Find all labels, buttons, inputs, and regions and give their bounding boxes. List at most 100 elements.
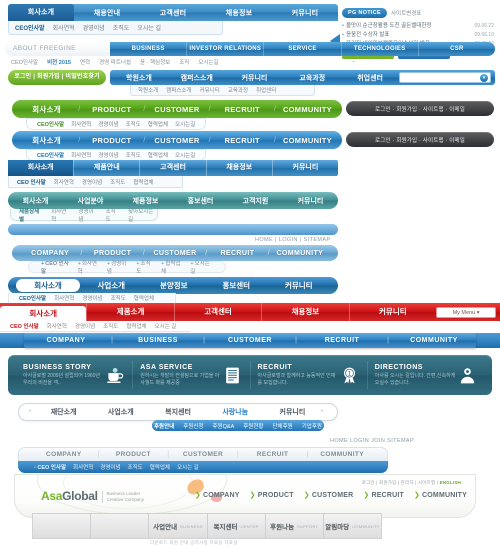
submenu-item[interactable]: +협력업체 bbox=[161, 259, 182, 275]
submenu-item[interactable]: 조직도 bbox=[128, 463, 143, 471]
submenu-item[interactable]: 후원안내 bbox=[154, 422, 174, 430]
feature-cell-business-story[interactable]: BUSINESS STORY 아사글로벌 2009년 설립되어 1960년 우리… bbox=[16, 361, 132, 389]
notice-item[interactable]: • 울맛이 순근장활용 도친 골든벨대한정 09.06.22 bbox=[342, 22, 494, 30]
submenu-item[interactable]: CEO인사말 bbox=[37, 120, 64, 128]
nav-item[interactable]: 사랑나눔 bbox=[207, 407, 264, 417]
nav-item[interactable]: ❯ CUSTOMER bbox=[304, 491, 354, 500]
submenu-item[interactable]: 조직도 bbox=[126, 120, 141, 128]
nav-item[interactable]: 캠퍼스소개 bbox=[168, 73, 226, 83]
submenu-item[interactable]: 협력업체 bbox=[134, 294, 154, 302]
submenu-item[interactable]: +CEO 인사말 bbox=[41, 259, 70, 275]
nav-item[interactable]: COMPANY bbox=[33, 451, 95, 458]
nav-item[interactable]: CUSTOMER bbox=[208, 337, 292, 344]
submenu-item[interactable]: 연혁 bbox=[80, 58, 90, 66]
nav-item[interactable]: 채용정보 bbox=[206, 8, 272, 18]
submenu-pale[interactable]: · CEO 인사말 회사연혁 경영이념 조직도 협력업체 오시는 길 bbox=[18, 461, 388, 473]
logo[interactable]: AsaGlobal Business Leader Creative Compa… bbox=[41, 489, 144, 503]
header-main-menu[interactable]: ❯ COMPANY ❯ PRODUCT ❯ CUSTOMER ❯ RECRUIT ❯ CO… bbox=[195, 491, 467, 500]
nav-item[interactable]: RECRUIT bbox=[214, 105, 271, 114]
submenu-red[interactable]: CEO 인사말 회사연혁 경영이념 조직도 협력업체 오시는 길 bbox=[0, 321, 190, 332]
submenu-item[interactable]: 오시는길 bbox=[198, 58, 218, 66]
nav-item[interactable]: 채용안내 bbox=[74, 8, 140, 18]
nav-item[interactable]: 고객지원 bbox=[228, 196, 283, 206]
nav-item[interactable]: CSR bbox=[417, 42, 495, 56]
footer-tab-community[interactable]: 알림마당 COMMUNITY bbox=[322, 513, 381, 539]
nav-item[interactable]: 제품안내 bbox=[73, 160, 139, 176]
search-select-wrapper[interactable]: ▾ bbox=[398, 72, 491, 83]
utility-english-link[interactable]: ENGLISH bbox=[440, 480, 461, 485]
submenu-item[interactable]: 제품상세별 bbox=[19, 207, 43, 223]
submenu-item[interactable]: 회사연혁 bbox=[54, 178, 74, 186]
submenu-item[interactable]: 조직도 bbox=[110, 178, 125, 186]
nav-item[interactable]: 회사소개 bbox=[8, 160, 74, 176]
nav-item[interactable]: COMPANY bbox=[24, 250, 76, 257]
utility-text[interactable]: 로그인 | 회원가입 | 관리자 | 사이트맵 | bbox=[362, 480, 440, 485]
login-join-pill[interactable]: 로그인 | 회원가입 | 비밀번호찾기 bbox=[8, 70, 106, 85]
submenu-item[interactable]: 취업센터 bbox=[256, 86, 276, 94]
submenu-white-nav[interactable]: 후원안내 후원신청 후원Q&A 후원현황 단체후원 기업후원 bbox=[152, 420, 324, 431]
submenu-item[interactable]: +경영이념 bbox=[107, 259, 128, 275]
submenu-item[interactable]: CEO인사말 bbox=[37, 151, 64, 159]
submenu-item[interactable]: 조직도 bbox=[103, 322, 118, 330]
submenu-item[interactable]: 오시는 길 bbox=[137, 23, 161, 32]
nav-item[interactable]: CUSTOMER bbox=[148, 105, 205, 114]
submenu-item[interactable]: CEO 인사말 bbox=[17, 178, 46, 186]
feature-card-row[interactable]: BUSINESS STORY 아사글로벌 2009년 설립되어 1960년 우리… bbox=[8, 355, 492, 395]
nav-item[interactable]: 사업소개 bbox=[92, 407, 149, 417]
submenu-teal[interactable]: 제품상세별 회사연혁 경영이념 조직도 찾아오시는길 bbox=[10, 207, 158, 223]
nav-item[interactable]: CUSTOMER bbox=[148, 136, 205, 145]
nav-item[interactable]: ❯ COMMUNITY bbox=[414, 491, 467, 500]
submenu-item[interactable]: 회사연혁 bbox=[53, 23, 75, 32]
nav-item[interactable]: 홍보센터 bbox=[205, 280, 268, 291]
nav-item[interactable]: ❯ RECRUIT bbox=[363, 491, 404, 500]
submenu-item[interactable]: 회사연혁 bbox=[71, 151, 91, 159]
submenu-item[interactable]: 경영이념 bbox=[82, 178, 102, 186]
nav-item[interactable]: 학원소개 bbox=[110, 73, 168, 83]
utility-links-home-login-join-sitemap[interactable]: HOME LOGIN JOIN SITEMAP bbox=[330, 438, 414, 444]
submenu-item[interactable]: 비전 2015 bbox=[47, 58, 71, 66]
submenu-item[interactable]: 교육과정 bbox=[228, 86, 248, 94]
nav-item[interactable]: 교육과정 bbox=[283, 73, 341, 83]
nav-item[interactable]: COMMUNITY bbox=[279, 136, 336, 145]
nav-item[interactable]: 채용정보 bbox=[261, 303, 348, 321]
submenu-item[interactable]: 경영이념 bbox=[100, 463, 120, 471]
submenu-item[interactable]: 오시는길 bbox=[175, 151, 195, 159]
submenu-item[interactable]: 후원Q&A bbox=[213, 422, 235, 430]
nav-item[interactable]: 커뮤니티 bbox=[272, 8, 338, 18]
submenu-item[interactable]: +오시는 길 bbox=[190, 259, 213, 275]
nav-item[interactable]: COMMUNITY bbox=[311, 451, 373, 458]
footer-tab-support[interactable]: 후원나눔 SUPPORT bbox=[264, 513, 323, 539]
nav-item[interactable]: RECRUIT bbox=[242, 451, 304, 458]
nav-item[interactable]: 재단소개 bbox=[35, 407, 92, 417]
nav-item[interactable]: BUSINESS bbox=[116, 337, 200, 344]
nav-item[interactable]: 채용정보 bbox=[205, 160, 272, 176]
submenu-item[interactable]: 회사연혁 bbox=[71, 120, 91, 128]
submenu-segmented[interactable]: CEO 인사말 회사연혁 경영이념 조직도 협력업체 bbox=[8, 176, 183, 188]
nav-item[interactable]: 사업소개 bbox=[80, 280, 143, 291]
nav-bar-pale[interactable]: COMPANY | PRODUCT | CUSTOMER | RECRUIT |… bbox=[18, 447, 388, 461]
chevron-down-icon[interactable]: ▾ bbox=[479, 73, 488, 82]
feature-cell-asa-service[interactable]: ASA SERVICE 원하시는 개발의 컨설팅으로 기업을 아사월드 화를 제… bbox=[132, 361, 249, 389]
util-pill-dark-green-row[interactable]: 로그인 · 회원가입 · 사이트맵 · 이메일 bbox=[346, 101, 494, 116]
submenu-item[interactable]: 경영이념 bbox=[75, 322, 95, 330]
nav-bar-segmented[interactable]: 회사소개 제품안내 고객센터 채용정보 커뮤니티 bbox=[8, 160, 338, 176]
nav-item[interactable]: PRODUCT bbox=[86, 250, 138, 257]
nav-tabs[interactable]: BUSINESS INVESTOR RELATIONS SERVICE TECH… bbox=[110, 42, 495, 56]
nav-item[interactable]: RECRUIT bbox=[211, 250, 263, 257]
nav-item[interactable]: 회사소개 bbox=[18, 135, 75, 146]
nav-item[interactable]: BUSINESS bbox=[110, 42, 186, 56]
nav-item[interactable]: COMMUNITY bbox=[392, 337, 476, 344]
submenu-item[interactable]: 경영이념 bbox=[82, 294, 102, 302]
nav-bar-red[interactable]: 회사소개 제품소개 고객센터 채용정보 커뮤니티 My Menu ▾ bbox=[0, 303, 500, 321]
nav-bar-green-pill[interactable]: 회사소개 / PRODUCT / CUSTOMER / RECRUIT / CO… bbox=[12, 100, 342, 118]
submenu-item[interactable]: 회사연혁 bbox=[73, 463, 93, 471]
submenu-item[interactable]: CEO인사말 bbox=[15, 23, 45, 32]
footer-tab-business[interactable]: 사업안내 BUSINESS bbox=[148, 513, 206, 539]
nav-item[interactable]: 제품정보 bbox=[118, 196, 173, 206]
nav-item[interactable]: ❯ COMPANY bbox=[195, 491, 240, 500]
nav-wide-inner[interactable]: COMPANY | BUSINESS | CUSTOMER | RECRUIT … bbox=[24, 333, 476, 348]
nav-item[interactable]: 취업센터 bbox=[341, 73, 399, 83]
nav-bar-blue-pill[interactable]: 회사소개 / PRODUCT / CUSTOMER / RECRUIT / CO… bbox=[12, 131, 342, 149]
submenu-item[interactable]: +조직도 bbox=[136, 259, 153, 275]
submenu-academy[interactable]: 학원소개 캠퍼스소개 커뮤니티 교육과정 취업센터 bbox=[130, 85, 315, 96]
